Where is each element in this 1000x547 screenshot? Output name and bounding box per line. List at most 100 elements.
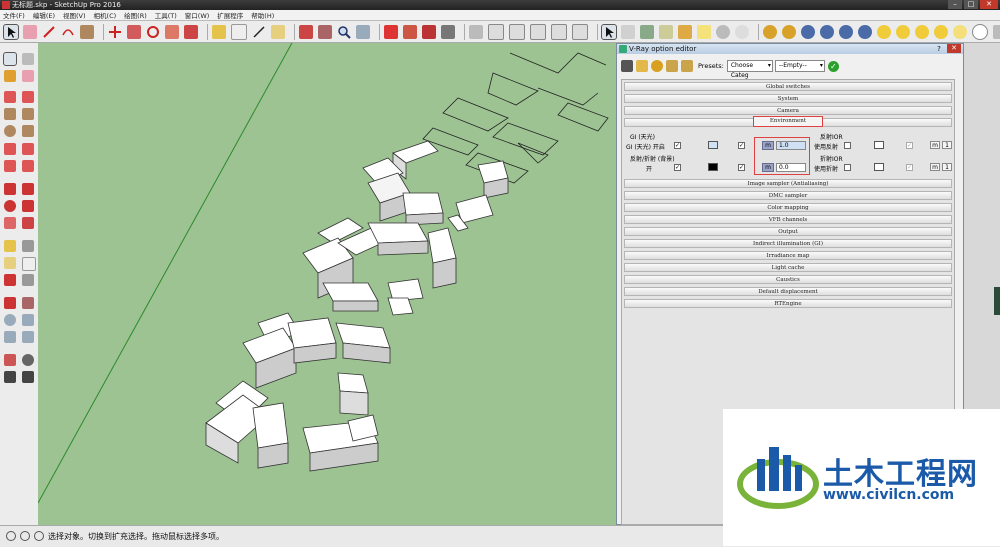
menu-file[interactable]: 文件(F) [3,10,25,20]
vray-rect-light-icon[interactable] [896,24,910,39]
orbit-icon[interactable] [4,297,16,309]
gi-on-checkbox[interactable]: ✓ [674,142,681,149]
pencil-icon[interactable] [4,91,16,103]
look-around-icon[interactable] [22,354,34,366]
rotated-rectangle-icon[interactable] [22,108,34,120]
tape-icon[interactable] [4,240,16,252]
move-tool-icon[interactable] [108,25,122,39]
section-image-sampler[interactable]: Image sampler (Antialiasing) [624,179,952,188]
offset-tool-icon[interactable] [184,24,198,39]
model-viewport[interactable] [38,43,616,525]
apply-preset-button[interactable]: ✓ [827,60,839,72]
dimension-icon[interactable] [22,240,34,252]
refract-color-swatch[interactable] [874,163,884,171]
paint-bucket-icon[interactable] [621,24,635,39]
section-vfb-channels[interactable]: VFB channels [624,215,952,224]
view-right-icon[interactable] [530,23,546,40]
menu-extensions[interactable]: 扩展程序 [217,10,243,20]
layout-icon[interactable] [441,24,455,39]
section-default-displacement[interactable]: Default displacement [624,287,952,296]
instructor-icon[interactable] [34,531,44,541]
load-icon[interactable] [651,60,663,72]
menu-camera[interactable]: 相机(C) [94,10,117,20]
axes-icon[interactable] [4,274,16,286]
move-icon[interactable] [4,183,16,195]
polygon-icon[interactable] [22,125,34,137]
zoom-tool-icon[interactable] [337,25,351,39]
section-color-mapping[interactable]: Color mapping [624,203,952,212]
text-tool-icon[interactable] [231,23,247,40]
refl-override-checkbox[interactable]: ✓ [738,164,745,171]
vray-batch-icon[interactable] [839,24,853,39]
select-tool-icon[interactable] [3,23,19,40]
extension-warehouse-icon[interactable] [422,24,436,39]
offset-icon[interactable] [22,217,34,229]
freehand-icon[interactable] [22,91,34,103]
paint-icon[interactable] [4,70,16,82]
zoom-extents-icon[interactable] [356,24,370,39]
section-output[interactable]: Output [624,227,952,236]
section-camera[interactable]: Camera [624,106,952,115]
zoom-icon[interactable] [4,314,16,326]
section-system[interactable]: System [624,94,952,103]
refract-map-button[interactable]: m [930,163,940,171]
section-rtengine[interactable]: RTEngine [624,299,952,308]
vray-sun-icon[interactable] [972,23,988,40]
position-camera-icon[interactable] [4,354,16,366]
vray-dome-light-icon[interactable] [934,24,948,39]
open-folder-icon[interactable] [636,60,648,72]
preset-value-select[interactable]: --Empty-- [774,60,825,72]
axes-tool-icon[interactable] [252,25,266,39]
save-icon[interactable] [621,60,633,72]
scale-tool-icon[interactable] [165,24,179,39]
section-plane-icon[interactable] [22,371,34,383]
line-tool-icon[interactable] [42,25,56,39]
vray-sphere-icon[interactable] [716,24,730,39]
vray-asset-icon[interactable] [678,24,692,39]
vray-frame-buffer-icon[interactable] [858,24,872,39]
menu-edit[interactable]: 编辑(E) [33,10,55,20]
push-pull-tool-icon[interactable] [22,183,34,195]
vray-m-icon[interactable] [763,24,777,39]
arc-tool-icon[interactable] [61,25,75,39]
rotate-tool-icon[interactable] [146,25,160,39]
arc-icon[interactable] [4,143,16,155]
refract-override-checkbox[interactable]: ✓ [906,164,913,171]
zoom-extents-tool-icon[interactable] [22,331,34,343]
geo-location-icon[interactable] [6,531,16,541]
view-front-icon[interactable] [509,23,525,40]
menu-draw[interactable]: 绘图(R) [124,10,147,20]
menu-tools[interactable]: 工具(T) [155,10,177,20]
share-model-icon[interactable] [403,24,417,39]
gi-override-checkbox[interactable]: ✓ [738,142,745,149]
follow-me-icon[interactable] [22,200,34,212]
reflect-map-button[interactable]: m [930,141,940,149]
view-iso-icon[interactable] [469,24,483,39]
3d-text-icon[interactable] [22,274,34,286]
protractor-tool-icon[interactable] [4,257,16,269]
three-point-arc-icon[interactable] [4,160,16,172]
maximize-button[interactable]: □ [964,0,978,9]
reflect-color-swatch[interactable] [874,141,884,149]
scroll-thumb[interactable] [994,287,1000,315]
vray-close-button[interactable]: ✕ [947,44,961,53]
protractor-icon[interactable] [271,24,285,39]
vray-omni-light-icon[interactable] [877,24,891,39]
walk-icon[interactable] [4,371,16,383]
refract-extra-button[interactable]: 1 [942,163,952,171]
use-reflect-checkbox[interactable] [844,142,851,149]
refl-on-checkbox[interactable]: ✓ [674,164,681,171]
scale-icon[interactable] [4,217,16,229]
vray-spot-light-icon[interactable] [915,24,929,39]
import-icon[interactable] [681,60,693,72]
close-button[interactable]: ✕ [980,0,998,9]
section-environment[interactable]: Environment [753,116,823,127]
component-icon[interactable] [640,24,654,39]
credits-icon[interactable] [20,531,30,541]
menu-help[interactable]: 帮助(H) [251,10,274,20]
pan-icon[interactable] [22,297,34,309]
component-tool-icon[interactable] [22,53,34,65]
material-icon[interactable] [659,24,673,39]
select-arrow-icon[interactable] [3,52,17,66]
refl-color-swatch[interactable] [708,163,718,171]
